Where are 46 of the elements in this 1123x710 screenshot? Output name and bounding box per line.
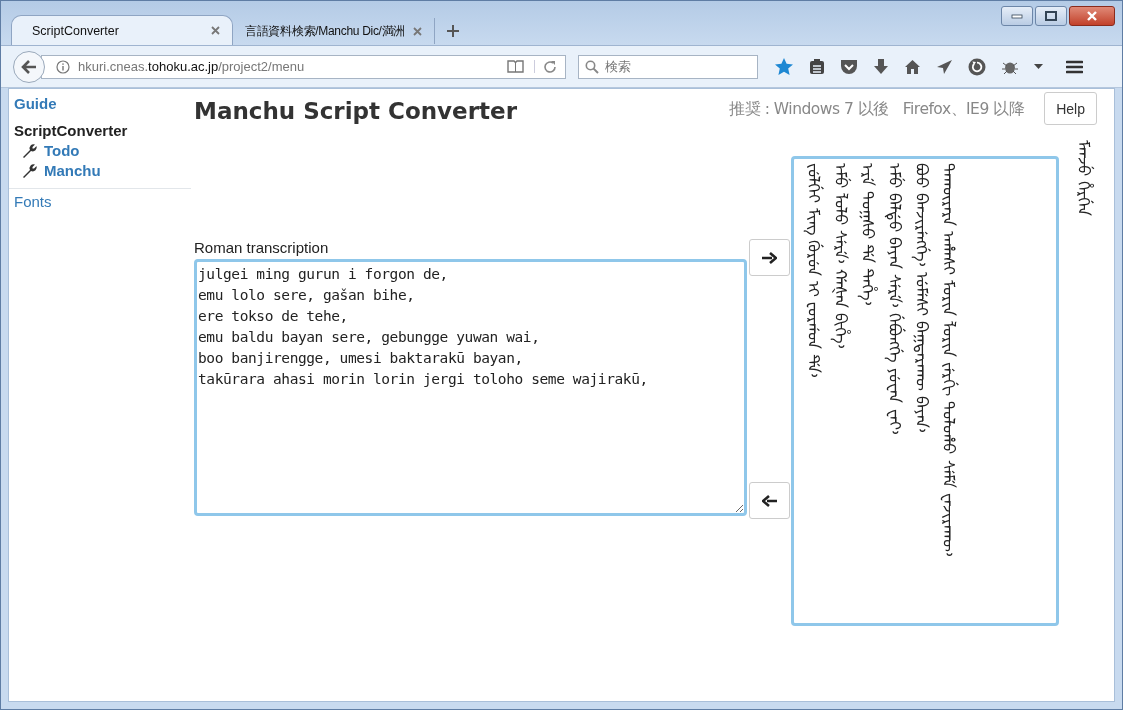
sidebar-link[interactable]: Todo: [44, 142, 80, 159]
reader-icon[interactable]: [507, 60, 535, 73]
wrench-icon: [22, 142, 38, 159]
page-title: Manchu Script Converter: [194, 98, 518, 124]
maximize-button[interactable]: [1035, 6, 1067, 26]
convert-left-button[interactable]: [749, 482, 790, 519]
sidebar-link[interactable]: Guide: [14, 95, 57, 112]
url-text: hkuri.cneas.tohoku.ac.jp/project2/menu: [78, 59, 306, 74]
home-icon[interactable]: [904, 58, 921, 75]
pocket-icon[interactable]: [840, 58, 858, 75]
help-button[interactable]: Help: [1044, 92, 1097, 125]
wrench-icon: [22, 162, 38, 179]
maximize-icon: [1045, 11, 1057, 21]
input-field[interactable]: julgei ming gurun i forgon de, emu lolo sere, gašan bihe, ere tokso de tehe, emu baldu bayan sere, gebungge yuwan wai, boo banjirengge, umesi baktarakū bayan, takūrara ahasi morin lorin jergi toloho seme wajirakū,: [194, 259, 747, 516]
close-icon: [1086, 11, 1098, 21]
field-label: Roman transcription: [194, 239, 330, 256]
menu-icon[interactable]: [1066, 59, 1083, 74]
output-field[interactable]: ᠵᡠᠯᡤᡝᡳ ᠮᡳᠩ ᡤᡠᡵᡠᠨ ᡳ ᡶᠣᡵᡤᠣᠨ ᡩᡝ᠈ ᡝᠮᡠ ᠯᠣᠯᠣ ᠰᡝᡵᡝ᠈ ᡤᠠᡧᠠᠨ ᠪᡳᡥᡝ᠈ ᡝᡵᡝ ᡨᠣᡴᠰᠣ ᡩᡝ ᡨᡝᡥᡝ᠈ ᡝᠮᡠ ᠪᠠᠯᡩᡠ ᠪᠠᠶᠠᠨ ᠰᡝᡵᡝ᠈ ᡤᡝᠪᡠᠩᡤᡝ ᠶᡠᠸᠠᠨ ᠸᠠᡳ᠈ ᠪᠣᠣ ᠪᠠᠨᠵᡳᡵᡝᠩᡤᡝ᠈ ᡠᠮᡝᠰᡳ ᠪᠠᡴᡨᠠᡵᠠᡴᡡ ᠪᠠᠶᠠᠨ᠈ ᡨᠠᡴᡡᡵᠠᡵᠠ ᠠᡥᠠᠰᡳ ᠮᠣᡵᡳᠨ ᠯᠣᡵᡳᠨ ᠵᡝᡵᡤᡳ ᡨᠣᠯᠣᡥᠣ ᠰᡝᠮᡝ ᠸᠠᠵᡳᡵᠠᡴᡡ᠈: [791, 156, 1059, 626]
search-field[interactable]: 検索: [578, 54, 758, 79]
sidebar-heading: ScriptConverter: [14, 122, 128, 139]
back-arrow-icon: [21, 59, 37, 74]
caret-icon[interactable]: [1034, 64, 1043, 69]
back-button[interactable]: [13, 50, 45, 83]
info-icon[interactable]: [56, 59, 70, 74]
history-icon[interactable]: [968, 57, 986, 76]
browser-tab[interactable]: 言語資料検索/Manchu Dic/満洲: [233, 18, 436, 44]
sidebar-link[interactable]: Manchu: [44, 162, 101, 179]
requirement-note: 推奨 : Windows 7 以後: [729, 99, 889, 120]
clipboard-icon[interactable]: [809, 58, 825, 75]
star-icon[interactable]: [774, 57, 794, 76]
left-arrow-icon: [762, 494, 777, 507]
requirement-note: Firefox、IE9 以降: [902, 99, 1025, 120]
close-icon[interactable]: [413, 26, 423, 36]
browser-tab[interactable]: ScriptConverter: [11, 15, 233, 45]
address-field[interactable]: hkuri.cneas.tohoku.ac.jp/project2/menu: [41, 54, 566, 79]
reload-icon[interactable]: [543, 59, 557, 74]
sidebar-link[interactable]: Fonts: [14, 193, 52, 210]
convert-right-button[interactable]: [749, 239, 790, 276]
download-icon[interactable]: [873, 58, 889, 75]
minimize-icon: [1011, 13, 1023, 19]
close-icon[interactable]: [211, 26, 220, 35]
close-button[interactable]: [1069, 6, 1115, 26]
field-label: ᠮᠠᠨᠵᡠ ᡥᡝᡵᡤᡝᠨ: [1073, 140, 1095, 217]
right-arrow-icon: [762, 251, 777, 264]
new-tab-icon[interactable]: [447, 25, 460, 37]
paper-plane-icon[interactable]: [936, 58, 953, 75]
